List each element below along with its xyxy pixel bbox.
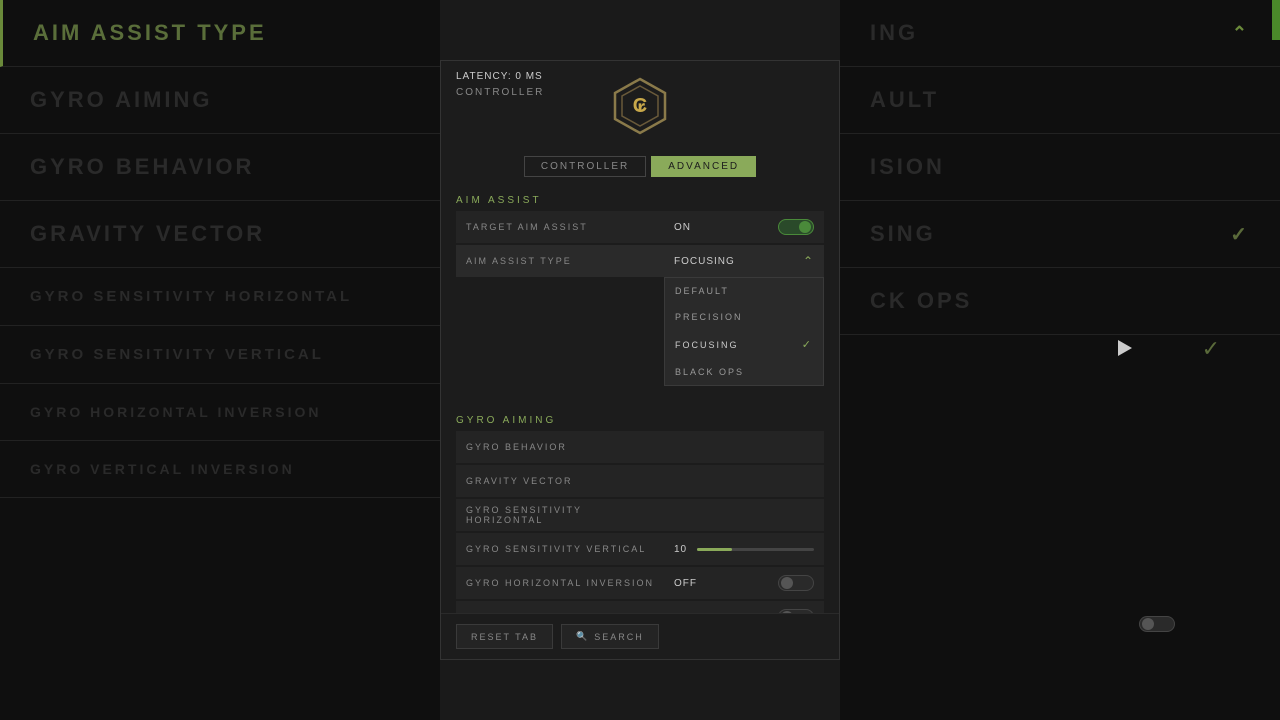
tab-controller[interactable]: CONTROLLER xyxy=(524,156,646,177)
aim-assist-type-dropdown[interactable]: DEFAULT PRECISION FOCUSING ✓ BLACK OPS xyxy=(664,277,824,386)
bg-right-item-0: ING ⌃ xyxy=(840,0,1280,67)
bg-right-toggle xyxy=(1139,616,1175,632)
reset-tab-button[interactable]: RESET TAB xyxy=(456,624,553,649)
selected-check-icon: ✓ xyxy=(802,338,813,351)
bg-left-item-gyro-sens-v: GYRO SENSITIVITY VERTICAL xyxy=(0,326,440,384)
dropdown-arrow-icon: ⌃ xyxy=(803,254,814,268)
bg-right-item-2: ISION xyxy=(840,134,1280,201)
bg-left-item-gyro-v-inv: GYRO VERTICAL INVERSION xyxy=(0,441,440,498)
dropdown-option-default[interactable]: DEFAULT xyxy=(665,278,823,304)
gravity-vector-row[interactable]: GRAVITY VECTOR xyxy=(456,465,824,497)
gyro-sens-h-row[interactable]: GYRO SENSITIVITY HORIZONTAL xyxy=(456,499,824,531)
game-logo: ₢ xyxy=(610,76,670,136)
cursor xyxy=(1118,340,1132,356)
chevron-up-icon: ⌃ xyxy=(1232,23,1250,44)
bg-left-item-gyro-h-inv: GYRO HORIZONTAL INVERSION xyxy=(0,384,440,441)
bg-left-item-gyro-aiming: GYRO AIMING xyxy=(0,67,440,134)
right-checkmark-icon: ✓ xyxy=(1202,336,1220,362)
tab-advanced[interactable]: ADVANCED xyxy=(651,156,756,177)
gyro-v-inv-toggle[interactable] xyxy=(778,609,814,613)
bg-left-item-gyro-sens-h: GYRO SENSITIVITY HORIZONTAL xyxy=(0,268,440,326)
tab-bar: CONTROLLER ADVANCED xyxy=(441,151,839,187)
bg-left-item-gravity-vector: GRAVITY VECTOR xyxy=(0,201,440,268)
gyro-h-inv-row[interactable]: GYRO HORIZONTAL INVERSION OFF xyxy=(456,567,824,599)
dropdown-option-black-ops[interactable]: BLACK OPS xyxy=(665,359,823,385)
settings-modal: LATENCY: 0 MS CONTROLLER ₢ CONTROLLER AD… xyxy=(440,60,840,660)
aim-assist-type-row[interactable]: AIM ASSIST TYPE FOCUSING ⌃ DEFAULT PRECI… xyxy=(456,245,824,277)
latency-info: LATENCY: 0 MS xyxy=(456,71,543,82)
gyro-v-inv-value: OFF xyxy=(664,609,824,613)
bg-left-item-gyro-behavior: GYRO BEHAVIOR xyxy=(0,134,440,201)
modal-footer: RESET TAB 🔍 SEARCH xyxy=(441,613,839,659)
target-aim-assist-row[interactable]: TARGET AIM ASSIST ON xyxy=(456,211,824,243)
gyro-v-inv-row[interactable]: GYRO VERTICAL INVERSION OFF xyxy=(456,601,824,613)
gyro-behavior-row[interactable]: GYRO BEHAVIOR xyxy=(456,431,824,463)
controller-label: CONTROLLER xyxy=(456,87,544,98)
checkmark-icon: ✓ xyxy=(1230,222,1250,247)
dropdown-option-precision[interactable]: PRECISION xyxy=(665,304,823,330)
gyro-sens-v-row[interactable]: GYRO SENSITIVITY VERTICAL 10 xyxy=(456,533,824,565)
aim-assist-section-header: AIM ASSIST xyxy=(456,187,824,211)
bg-left-panel: AIM ASSIST TYPE GYRO AIMING GYRO BEHAVIO… xyxy=(0,0,440,720)
modal-content: AIM ASSIST TARGET AIM ASSIST ON AIM ASSI… xyxy=(441,187,839,613)
target-aim-assist-value: ON xyxy=(664,219,824,235)
gyro-aiming-section-header: GYRO AIMING xyxy=(456,407,824,431)
svg-text:₢: ₢ xyxy=(633,95,647,117)
gyro-sens-v-value: 10 xyxy=(664,544,824,555)
bg-right-item-4: CK OPS xyxy=(840,268,1280,335)
target-aim-assist-toggle[interactable] xyxy=(778,219,814,235)
gyro-h-inv-value: OFF xyxy=(664,575,824,591)
search-button[interactable]: 🔍 SEARCH xyxy=(561,624,659,649)
bg-right-item-3: SING ✓ xyxy=(840,201,1280,268)
aim-assist-type-value: FOCUSING ⌃ xyxy=(664,254,824,268)
bg-left-item-aim-assist: AIM ASSIST TYPE xyxy=(0,0,440,67)
gyro-h-inv-toggle[interactable] xyxy=(778,575,814,591)
bg-right-item-1: AULT xyxy=(840,67,1280,134)
dropdown-option-focusing[interactable]: FOCUSING ✓ xyxy=(665,330,823,359)
modal-header: LATENCY: 0 MS CONTROLLER ₢ xyxy=(441,61,839,151)
search-icon: 🔍 xyxy=(576,631,589,642)
gyro-sens-v-slider[interactable] xyxy=(697,548,814,551)
